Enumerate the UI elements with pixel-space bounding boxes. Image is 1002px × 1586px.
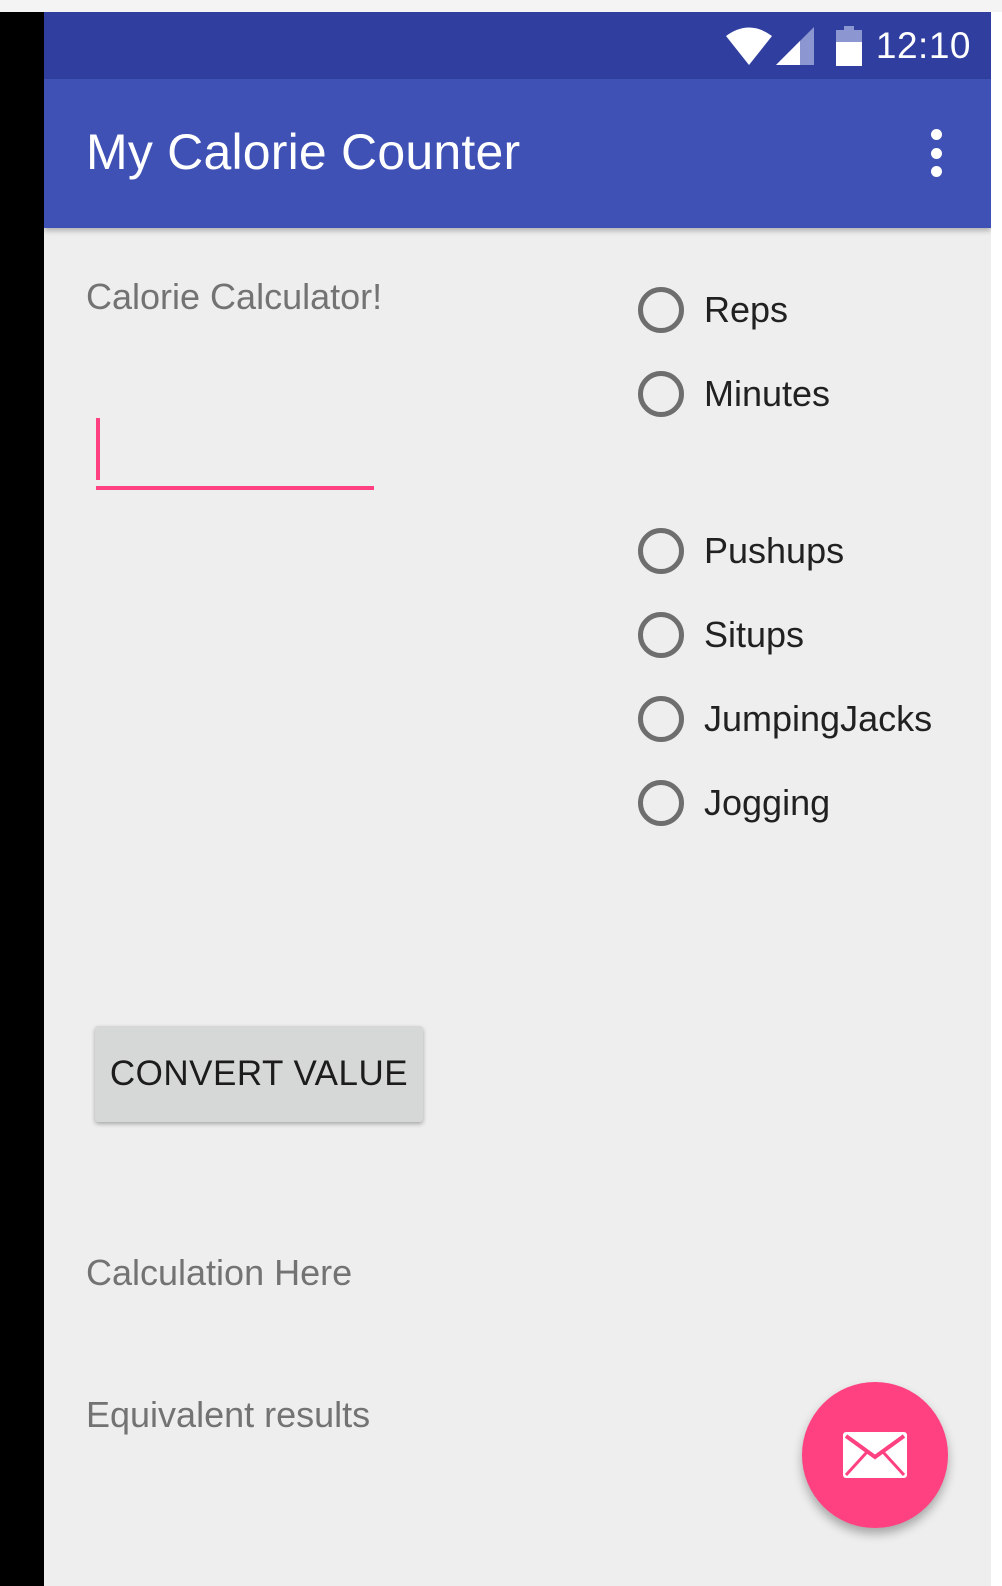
radio-label: Situps [704, 614, 805, 655]
radio-label: Reps [704, 289, 789, 330]
amount-input[interactable] [96, 416, 374, 490]
radio-label: JumpingJacks [704, 698, 933, 739]
radio-reps[interactable]: Reps [638, 282, 788, 338]
radio-label: Minutes [704, 373, 831, 414]
email-fab-button[interactable] [802, 1382, 948, 1528]
app-toolbar: My Calorie Counter [44, 79, 991, 228]
status-bar: 12:10 [44, 12, 991, 79]
radio-button-icon [638, 780, 684, 826]
device-bezel [0, 12, 44, 1586]
battery-icon [835, 26, 862, 66]
equivalent-results-text: Equivalent results [86, 1394, 371, 1435]
wifi-icon [725, 27, 772, 65]
radio-button-icon [638, 528, 684, 574]
app-title: My Calorie Counter [86, 124, 521, 180]
radio-label: Pushups [704, 530, 845, 571]
radio-button-icon [638, 287, 684, 333]
convert-value-button[interactable]: CONVERT VALUE [95, 1026, 423, 1122]
status-time: 12:10 [875, 25, 971, 66]
radio-jogging[interactable]: Jogging [638, 775, 830, 831]
radio-pushups[interactable]: Pushups [638, 523, 844, 579]
text-cursor [96, 418, 100, 480]
radio-minutes[interactable]: Minutes [638, 366, 830, 422]
radio-jumpingjacks[interactable]: JumpingJacks [638, 691, 932, 747]
status-icons: 12:10 [725, 22, 971, 70]
app-screen: 12:10 My Calorie Counter Calorie Calcula… [44, 12, 991, 1586]
window-edge [991, 12, 1002, 1586]
radio-button-icon [638, 696, 684, 742]
emulator-title-strip [0, 0, 1002, 12]
radio-label: Jogging [704, 782, 831, 823]
email-icon [843, 1432, 907, 1478]
calculation-text: Calculation Here [86, 1252, 353, 1293]
radio-button-icon [638, 371, 684, 417]
overflow-menu-icon[interactable] [921, 129, 951, 177]
radio-button-icon [638, 612, 684, 658]
radio-situps[interactable]: Situps [638, 607, 804, 663]
cell-signal-icon [775, 27, 814, 65]
calculator-heading: Calorie Calculator! [86, 276, 383, 317]
